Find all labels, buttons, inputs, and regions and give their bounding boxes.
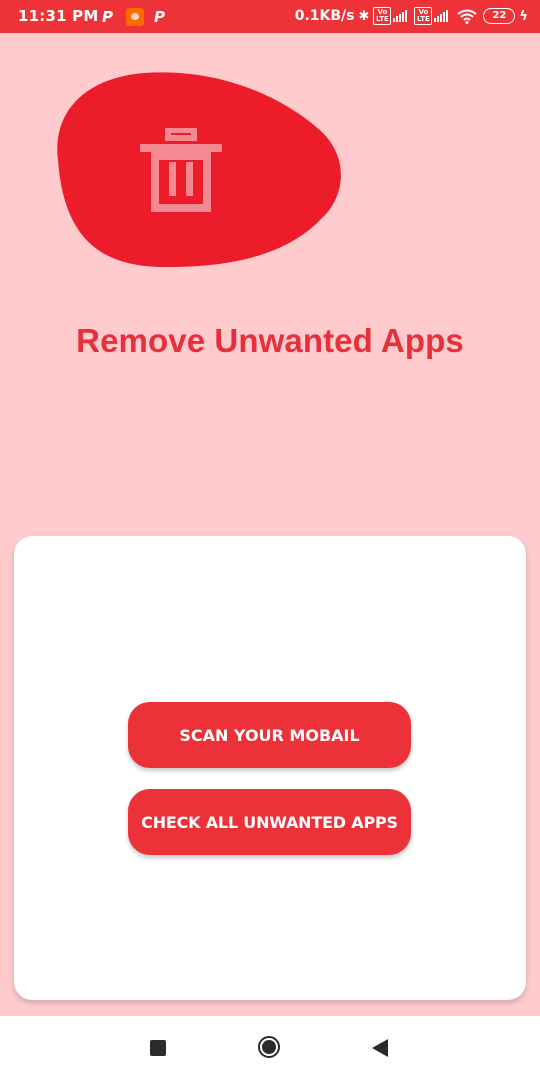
notification-icon — [126, 8, 144, 26]
trash-icon — [140, 128, 222, 212]
status-time: 11:31 PM — [18, 7, 99, 25]
bluetooth-icon: ✱ — [358, 8, 370, 24]
recents-icon[interactable] — [150, 1040, 166, 1056]
action-card: SCAN YOUR MOBAIL CHECK ALL UNWANTED APPS — [14, 536, 526, 1000]
back-icon[interactable] — [372, 1039, 388, 1057]
home-icon[interactable] — [258, 1036, 280, 1058]
net-speed: 0.1KB/s — [294, 8, 355, 24]
page-title: Remove Unwanted Apps — [76, 322, 464, 359]
volte-badge: Vo LTE — [414, 7, 433, 25]
signal-icon — [434, 10, 449, 22]
wifi-icon — [457, 9, 478, 24]
status-bar: 11:31 PM P P 0.1KB/s ✱ Vo LTE Vo LTE 22 … — [0, 0, 540, 33]
charging-icon: ϟ — [519, 8, 528, 24]
status-notification-icons: P P — [102, 6, 178, 28]
status-right-group: 0.1KB/s ✱ Vo LTE Vo LTE 22 ϟ — [295, 5, 528, 27]
p-icon: P — [102, 8, 113, 26]
scan-button[interactable]: SCAN YOUR MOBAIL — [128, 702, 411, 768]
battery-icon: 22 — [483, 8, 516, 24]
check-unwanted-apps-button[interactable]: CHECK ALL UNWANTED APPS — [128, 789, 411, 855]
signal-icon — [393, 10, 408, 22]
navigation-bar — [0, 1016, 540, 1080]
volte-badge: Vo LTE — [373, 7, 392, 25]
p-icon: P — [154, 8, 165, 26]
